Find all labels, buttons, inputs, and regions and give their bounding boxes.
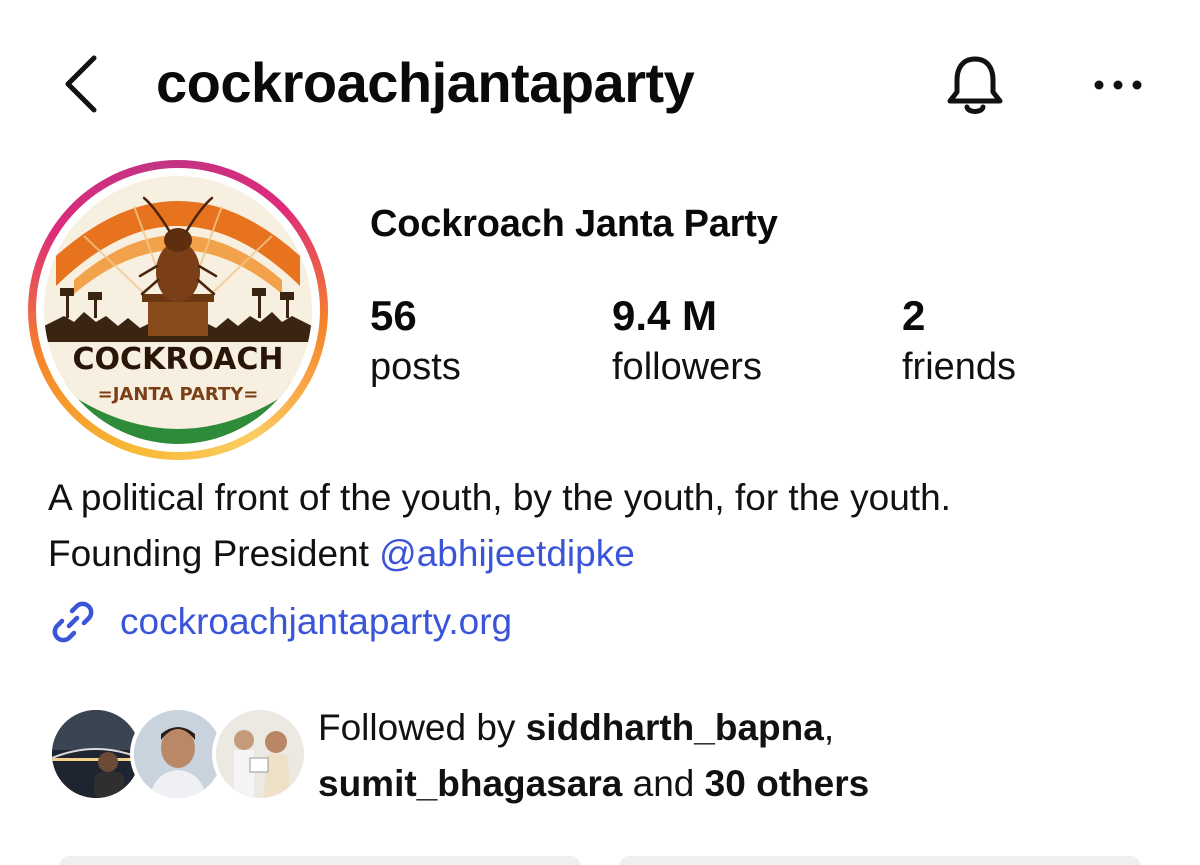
more-horizontal-icon <box>1094 80 1142 90</box>
followed-by-and: and <box>622 763 705 804</box>
more-options-button[interactable] <box>1090 60 1150 110</box>
posts-label: posts <box>370 346 461 388</box>
link-icon <box>52 601 94 643</box>
followed-by-others[interactable]: 30 others <box>705 763 870 804</box>
message-button-edge[interactable] <box>620 856 1140 865</box>
bell-icon <box>947 56 1003 114</box>
follower-name-1[interactable]: siddharth_bapna <box>526 707 824 748</box>
bio: A political front of the youth, by the y… <box>48 470 1188 582</box>
posts-value: 56 <box>370 292 417 339</box>
website-link[interactable]: cockroachjantaparty.org <box>48 596 512 648</box>
followers-count[interactable]: 9.4 M followers <box>612 290 762 392</box>
avatar-photo-man <box>134 710 222 798</box>
mutual-followers-avatars[interactable] <box>48 706 308 806</box>
followed-by-comma: , <box>823 707 835 748</box>
website-url: cockroachjantaparty.org <box>120 601 513 642</box>
logo-subtitle: =JANTA PARTY= <box>98 384 259 405</box>
avatar-photo-group <box>216 710 304 798</box>
bio-line-1: A political front of the youth, by the y… <box>48 477 951 518</box>
friends-count[interactable]: 2 friends <box>902 290 1016 392</box>
party-logo: COCKROACH =JANTA PARTY= <box>44 176 312 444</box>
followers-label: followers <box>612 346 762 388</box>
action-buttons-row <box>60 856 1140 865</box>
logo-title: COCKROACH <box>73 342 284 377</box>
bio-line-2: Founding President @abhijeetdipke <box>48 526 1188 582</box>
friends-label: friends <box>902 346 1017 388</box>
profile-header: cockroachjantaparty <box>0 0 1200 170</box>
followers-value: 9.4 M <box>612 292 718 339</box>
posts-count[interactable]: 56 posts <box>370 290 461 392</box>
profile-avatar-story-ring[interactable]: COCKROACH =JANTA PARTY= <box>28 160 328 460</box>
display-name: Cockroach Janta Party <box>370 203 778 245</box>
notifications-button[interactable] <box>940 50 1010 120</box>
chevron-left-icon <box>65 55 97 113</box>
avatar: COCKROACH =JANTA PARTY= <box>44 176 312 444</box>
followed-by-text[interactable]: Followed by siddharth_bapna, sumit_bhaga… <box>318 700 1178 812</box>
back-button[interactable] <box>56 52 108 116</box>
mention-link[interactable]: @abhijeetdipke <box>379 533 635 574</box>
follow-button-edge[interactable] <box>60 856 580 865</box>
follower-name-2[interactable]: sumit_bhagasara <box>318 763 622 804</box>
page-title: cockroachjantaparty <box>156 51 695 114</box>
followed-by-prefix: Followed by <box>318 707 526 748</box>
friends-value: 2 <box>902 292 926 339</box>
bio-prefix: Founding President <box>48 533 380 574</box>
avatar <box>212 706 308 802</box>
avatar-photo-bridge <box>52 710 140 798</box>
